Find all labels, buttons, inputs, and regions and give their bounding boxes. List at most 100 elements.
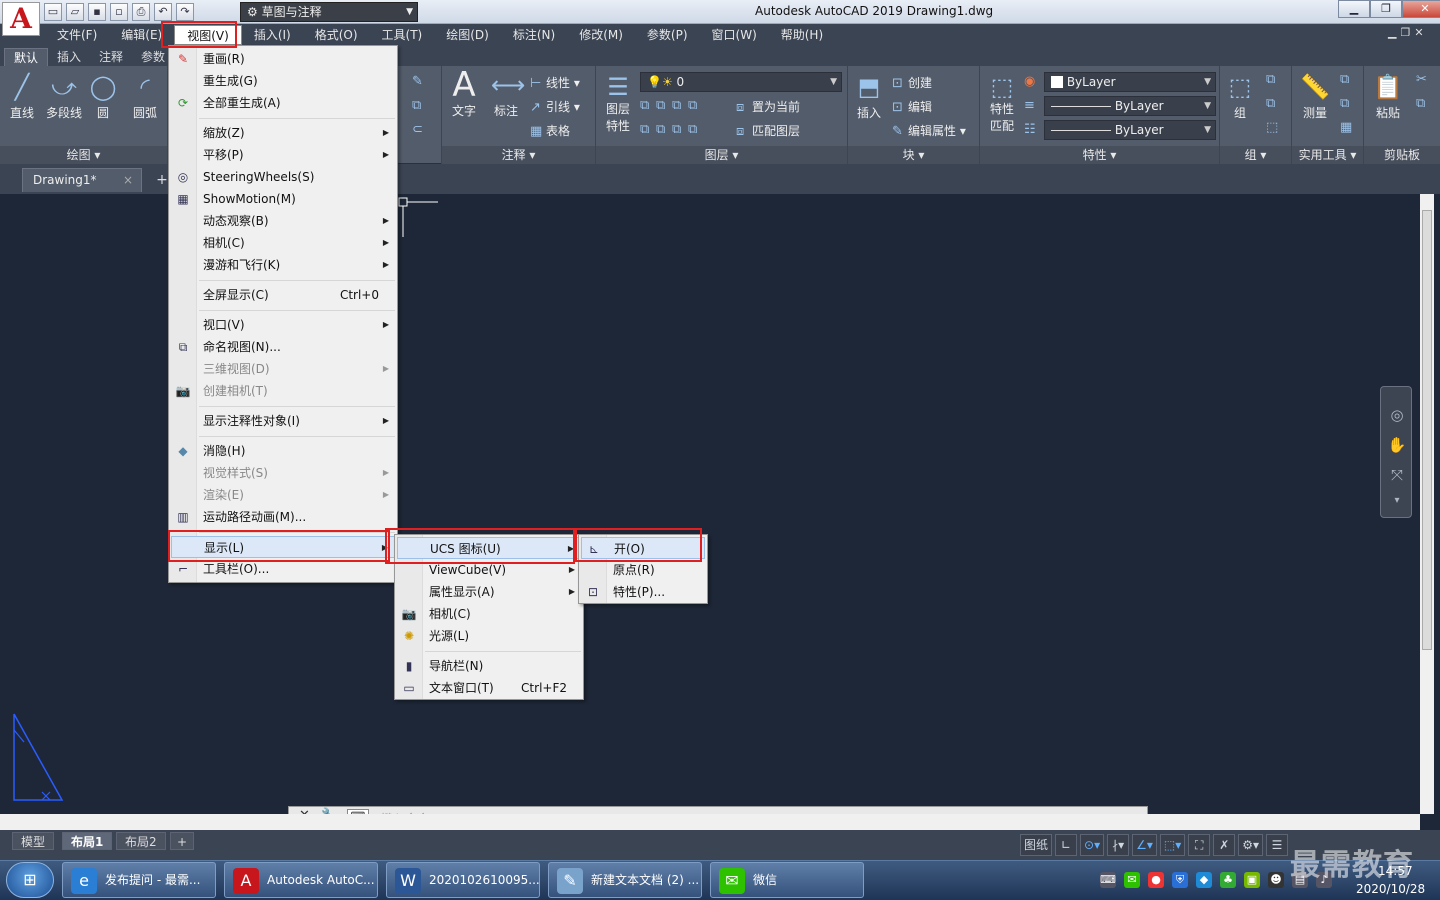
ucs-menu-origin[interactable]: 原点(R) <box>581 559 655 581</box>
edit-block-button[interactable]: ⊡ 编辑 <box>892 98 932 115</box>
view-menu-pan[interactable]: 平移(P) ▶ <box>171 144 395 166</box>
display-menu-viewcube[interactable]: ViewCube(V) ▶ <box>397 559 581 581</box>
start-button[interactable]: ⊞ <box>6 862 54 898</box>
cube-icon[interactable]: ◆ <box>1196 872 1212 888</box>
selection-cycle-icon[interactable]: ⛶ <box>1188 834 1211 856</box>
workspace-dropdown[interactable]: ⚙ 草图与注释 ▼ <box>240 2 418 22</box>
menu-insert[interactable]: 插入(I) <box>242 25 303 45</box>
annotation-scale-icon[interactable]: ✗ <box>1213 834 1236 856</box>
tab-insert[interactable]: 插入 <box>48 48 90 66</box>
circle-button[interactable]: ◯ 圆 <box>86 72 120 121</box>
set-current-button[interactable]: ⧈ 置为当前 <box>736 98 800 115</box>
cut-icon[interactable]: ✂ <box>1416 72 1432 87</box>
display-menu-navbar[interactable]: ▮ 导航栏(N) <box>397 655 484 677</box>
leader-button[interactable]: ↗ 引线 ▾ <box>530 98 580 115</box>
menu-dimension[interactable]: 标注(N) <box>501 25 567 45</box>
workspace-gear-icon[interactable]: ⚙▾ <box>1238 834 1264 856</box>
display-menu-attribute-display[interactable]: 属性显示(A) ▶ <box>397 581 581 603</box>
paper-space-button[interactable]: 图纸 <box>1020 834 1053 856</box>
edit-attribute-button[interactable]: ✎ 编辑属性 ▾ <box>892 122 966 139</box>
view-menu-annotative-objects[interactable]: 显示注释性对象(I) ▶ <box>171 410 395 432</box>
view-menu-steeringwheels[interactable]: ◎ SteeringWheels(S) <box>171 166 315 188</box>
tab-annotate[interactable]: 注释 <box>90 48 132 66</box>
menu-file[interactable]: 文件(F) <box>45 25 109 45</box>
match-layer-button[interactable]: ⧈ 匹配图层 <box>736 122 800 139</box>
open-file-icon[interactable]: ▱ <box>66 3 84 21</box>
modify-tool-1-icon[interactable]: ✎ <box>412 74 428 89</box>
new-file-icon[interactable]: ▭ <box>44 3 62 21</box>
dimension-button[interactable]: ⟷ 标注 <box>486 70 526 119</box>
color-wheel-icon[interactable]: ◉ <box>1024 74 1040 89</box>
arc-button[interactable]: ◜ 圆弧 <box>126 72 164 121</box>
panel-group-title[interactable]: 组 ▾ <box>1220 146 1291 164</box>
weibo-icon[interactable]: ● <box>1148 872 1164 888</box>
menu-tools[interactable]: 工具(T) <box>370 25 435 45</box>
save-icon[interactable]: ▪ <box>88 3 106 21</box>
view-menu-toolbars[interactable]: ⌐ 工具栏(O)... <box>171 558 269 580</box>
utility-tool-1-icon[interactable]: ⧉ <box>1340 72 1356 87</box>
text-button[interactable]: A 文字 <box>446 68 482 119</box>
view-menu-hide[interactable]: ◆ 消隐(H) <box>171 440 245 462</box>
insert-block-button[interactable]: ⬒ 插入 <box>850 72 888 121</box>
undo-icon[interactable]: ↶ <box>154 3 172 21</box>
paste-button[interactable]: 📋 粘贴 <box>1368 72 1408 121</box>
shield-icon[interactable]: ⛨ <box>1172 872 1188 888</box>
polar-icon[interactable]: ∠▾ <box>1132 834 1157 856</box>
layer-tools-row-1[interactable]: ⧉ ⧉ ⧉ ⧉ <box>640 98 704 113</box>
view-menu-showmotion[interactable]: ▦ ShowMotion(M) <box>171 188 295 210</box>
taskbar-item-notepad[interactable]: ✎ 新建文本文档 (2) ... <box>548 862 702 898</box>
panel-layers-title[interactable]: 图层 ▾ <box>596 146 847 164</box>
view-menu-motion-path[interactable]: ▥ 运动路径动画(M)... <box>171 506 306 528</box>
view-menu-fullscreen[interactable]: 全屏显示(C) Ctrl+0 <box>171 284 395 306</box>
group-select-icon[interactable]: ⬚ <box>1266 120 1282 135</box>
group-edit-icon[interactable]: ⧉ <box>1266 96 1282 111</box>
wechat-tray-icon[interactable]: ✉ <box>1124 872 1140 888</box>
view-menu-camera[interactable]: 相机(C) ▶ <box>171 232 395 254</box>
view-menu-render[interactable]: 渲染(E) ▶ <box>171 484 395 506</box>
view-menu-redraw[interactable]: ✎ 重画(R) <box>171 48 245 70</box>
view-menu-walk-fly[interactable]: 漫游和飞行(K) ▶ <box>171 254 395 276</box>
tab-layout1[interactable]: 布局1 <box>62 832 113 850</box>
redo-icon[interactable]: ↷ <box>176 3 194 21</box>
calculator-icon[interactable]: ▦ <box>1340 120 1356 135</box>
match-properties-button[interactable]: ⬚ 特性 匹配 <box>982 72 1022 134</box>
table-button[interactable]: ▦ 表格 <box>530 122 570 139</box>
keyboard-icon[interactable]: ⌨ <box>1100 872 1116 888</box>
create-block-button[interactable]: ⊡ 创建 <box>892 74 932 91</box>
tab-layout2[interactable]: 布局2 <box>116 832 166 850</box>
object-snap-icon[interactable]: ⬚▾ <box>1159 834 1186 856</box>
horizontal-scrollbar[interactable] <box>0 814 1420 830</box>
close-icon[interactable]: ✕ <box>1402 0 1440 18</box>
line-button[interactable]: ╱ 直线 <box>4 72 40 121</box>
panel-draw-title[interactable]: 绘图 ▾ <box>0 146 167 164</box>
vertical-scrollbar-thumb[interactable] <box>1422 210 1432 650</box>
chevron-down-icon[interactable]: ▾ <box>1387 491 1407 511</box>
lineweight-dropdown[interactable]: ByLayer ▼ <box>1044 120 1216 140</box>
linetype-dropdown[interactable]: ByLayer ▼ <box>1044 96 1216 116</box>
utility-tool-2-icon[interactable]: ⧉ <box>1340 96 1356 111</box>
modify-tool-3-icon[interactable]: ⊂ <box>412 122 428 137</box>
minimize-icon[interactable]: ▁ <box>1338 0 1370 18</box>
panel-properties-title[interactable]: 特性 ▾ <box>980 146 1219 164</box>
view-menu-regen-all[interactable]: ⟳ 全部重生成(A) <box>171 92 281 114</box>
taskbar-item-autocad[interactable]: A Autodesk AutoC... <box>224 862 378 898</box>
menu-draw[interactable]: 绘图(D) <box>434 25 501 45</box>
panel-utilities-title[interactable]: 实用工具 ▾ <box>1292 146 1363 164</box>
grid-icon[interactable]: ∟ <box>1055 834 1078 856</box>
view-menu-orbit[interactable]: 动态观察(B) ▶ <box>171 210 395 232</box>
panel-block-title[interactable]: 块 ▾ <box>848 146 979 164</box>
panel-annotation-title[interactable]: 注释 ▾ <box>442 146 595 164</box>
taskbar-item-wechat[interactable]: ✉ 微信 <box>710 862 864 898</box>
close-icon[interactable]: × <box>123 169 133 191</box>
leaf-icon[interactable]: ♣ <box>1220 872 1236 888</box>
view-menu-3d-views[interactable]: 三维视图(D) ▶ <box>171 358 395 380</box>
display-menu-lights[interactable]: ✺ 光源(L) <box>397 625 469 647</box>
display-menu-ucs-icon[interactable]: UCS 图标(U) ▶ <box>397 537 581 559</box>
taskbar-item-word[interactable]: W 2020102610095... <box>386 862 540 898</box>
pan-hand-icon[interactable]: ✋ <box>1387 435 1407 455</box>
customize-menu-icon[interactable]: ☰ <box>1266 834 1289 856</box>
menu-format[interactable]: 格式(O) <box>303 25 370 45</box>
zoom-extents-icon[interactable]: ⤧ <box>1387 465 1407 485</box>
nvidia-icon[interactable]: ▣ <box>1244 872 1260 888</box>
snap-icon[interactable]: ⊙▾ <box>1080 834 1105 856</box>
